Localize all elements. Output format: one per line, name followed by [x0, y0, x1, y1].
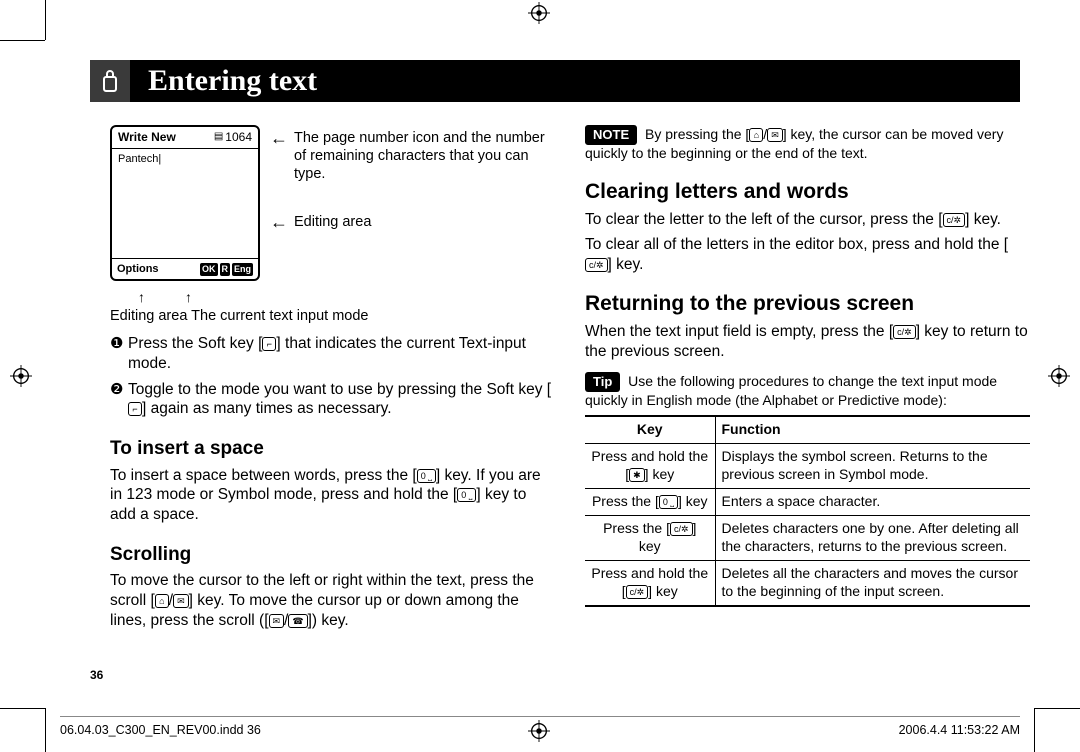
cell-func: Displays the symbol screen. Returns to t…: [715, 444, 1030, 489]
tip-badge: Tip: [585, 372, 620, 392]
page-number: 36: [90, 668, 103, 682]
star-key-icon: ✱: [629, 468, 645, 482]
clear-key-icon: c/✲: [585, 258, 608, 272]
registration-mark-icon: [528, 2, 550, 24]
scrolling-body: To move the cursor to the left or right …: [110, 571, 555, 630]
top-annotation: The page number icon and the number of r…: [294, 129, 555, 183]
footer: 06.04.03_C300_EN_REV00.indd 36 2006.4.4 …: [60, 723, 1020, 737]
cell-key: Press and hold the [✱] key: [585, 444, 715, 489]
footer-left: 06.04.03_C300_EN_REV00.indd 36: [60, 723, 261, 737]
key-0-icon: 0 ⎵: [417, 469, 436, 483]
page-icon: ▤: [214, 131, 223, 144]
header-bar: Entering text: [90, 60, 1020, 102]
ok-badge: OK: [200, 263, 218, 277]
cell-func: Enters a space character.: [715, 489, 1030, 516]
footer-divider: [60, 716, 1020, 717]
page-frame: Entering text Write New ▤1064 Pantech| O…: [60, 40, 1020, 700]
cell-key: Press and hold the [c/✲] key: [585, 560, 715, 605]
right-column: NOTE By pressing the [⌂/✉] key, the curs…: [585, 125, 1030, 631]
down-arrows: ↑↑: [138, 289, 555, 307]
table-row: Press and hold the [c/✲] key Deletes all…: [585, 560, 1030, 605]
bullet-1-icon: ❶: [110, 334, 128, 374]
clearing-p1: To clear the letter to the left of the c…: [585, 210, 1030, 230]
crop-mark: [45, 0, 46, 40]
header-tab-icon: [90, 60, 130, 102]
note-block: NOTE By pressing the [⌂/✉] key, the curs…: [585, 125, 1030, 163]
cell-func: Deletes all the characters and moves the…: [715, 560, 1030, 605]
nav-left-icon: ⌂: [155, 594, 169, 608]
options-label: Options: [117, 262, 159, 276]
nav-key-icon: ✉: [767, 128, 783, 142]
clear-key-icon: c/✲: [893, 325, 916, 339]
softkey-icon: ⌐: [128, 402, 142, 416]
registration-mark-icon: [10, 365, 32, 387]
step-1-text: Press the Soft key [⌐] that indicates th…: [128, 334, 555, 374]
key-0-icon: 0 ⎵: [457, 488, 476, 502]
cell-func: Deletes characters one by one. After del…: [715, 516, 1030, 561]
insert-space-heading: To insert a space: [110, 437, 555, 461]
cell-key: Press the [c/✲] key: [585, 516, 715, 561]
below-annotation: Editing area The current text input mode: [110, 307, 555, 326]
clear-key-icon: c/✲: [943, 213, 966, 227]
nav-key-icon: ⌂: [749, 128, 763, 142]
crop-mark: [1035, 708, 1080, 709]
r-badge: R: [220, 263, 231, 277]
crop-mark: [1034, 708, 1035, 752]
scrolling-heading: Scrolling: [110, 543, 555, 567]
returning-body: When the text input field is empty, pres…: [585, 322, 1030, 362]
returning-heading: Returning to the previous screen: [585, 291, 1030, 318]
arrow-left-icon: ←: [270, 129, 288, 147]
insert-space-body: To insert a space between words, press t…: [110, 466, 555, 525]
step-1: ❶ Press the Soft key [⌐] that indicates …: [110, 334, 555, 374]
mid-annotation: Editing area: [294, 213, 371, 231]
crop-mark: [0, 40, 45, 41]
arrow-left-icon: ←: [270, 213, 288, 231]
table-row: Press and hold the [✱] key Displays the …: [585, 444, 1030, 489]
key-function-table: Key Function Press and hold the [✱] key …: [585, 415, 1030, 606]
table-row: Press the [0 ⎵] key Enters a space chara…: [585, 489, 1030, 516]
bullet-2-icon: ❷: [110, 380, 128, 420]
th-key: Key: [585, 416, 715, 443]
clearing-p2: To clear all of the letters in the edito…: [585, 235, 1030, 275]
nav-down-icon: ☎: [288, 614, 307, 628]
softkey-icon: ⌐: [262, 337, 276, 351]
step-2: ❷ Toggle to the mode you want to use by …: [110, 380, 555, 420]
table-row: Press the [c/✲] key Deletes characters o…: [585, 516, 1030, 561]
key-0-icon: 0 ⎵: [659, 495, 678, 509]
phone-diagram: Write New ▤1064 Pantech| Options OK R En…: [110, 125, 555, 281]
registration-mark-icon: [1048, 365, 1070, 387]
eng-badge: Eng: [232, 263, 253, 277]
th-function: Function: [715, 416, 1030, 443]
note-text: By pressing the [⌂/✉] key, the cursor ca…: [585, 126, 1003, 161]
crop-mark: [0, 708, 45, 709]
crop-mark: [45, 708, 46, 752]
nav-up-icon: ✉: [269, 614, 285, 628]
clear-key-icon: c/✲: [626, 585, 649, 599]
clear-key-icon: c/✲: [670, 522, 693, 536]
phone-editing-area: Pantech|: [112, 149, 258, 259]
nav-right-icon: ✉: [173, 594, 189, 608]
tip-text: Use the following procedures to change t…: [585, 373, 997, 408]
char-count: 1064: [225, 130, 252, 145]
cell-key: Press the [0 ⎵] key: [585, 489, 715, 516]
clearing-heading: Clearing letters and words: [585, 179, 1030, 206]
note-badge: NOTE: [585, 125, 637, 145]
footer-right: 2006.4.4 11:53:22 AM: [899, 723, 1020, 737]
phone-title: Write New: [118, 130, 176, 145]
left-column: Write New ▤1064 Pantech| Options OK R En…: [110, 125, 555, 631]
step-2-text: Toggle to the mode you want to use by pr…: [128, 380, 555, 420]
page-title: Entering text: [148, 64, 317, 98]
phone-screen: Write New ▤1064 Pantech| Options OK R En…: [110, 125, 260, 281]
tip-block: Tip Use the following procedures to chan…: [585, 372, 1030, 410]
